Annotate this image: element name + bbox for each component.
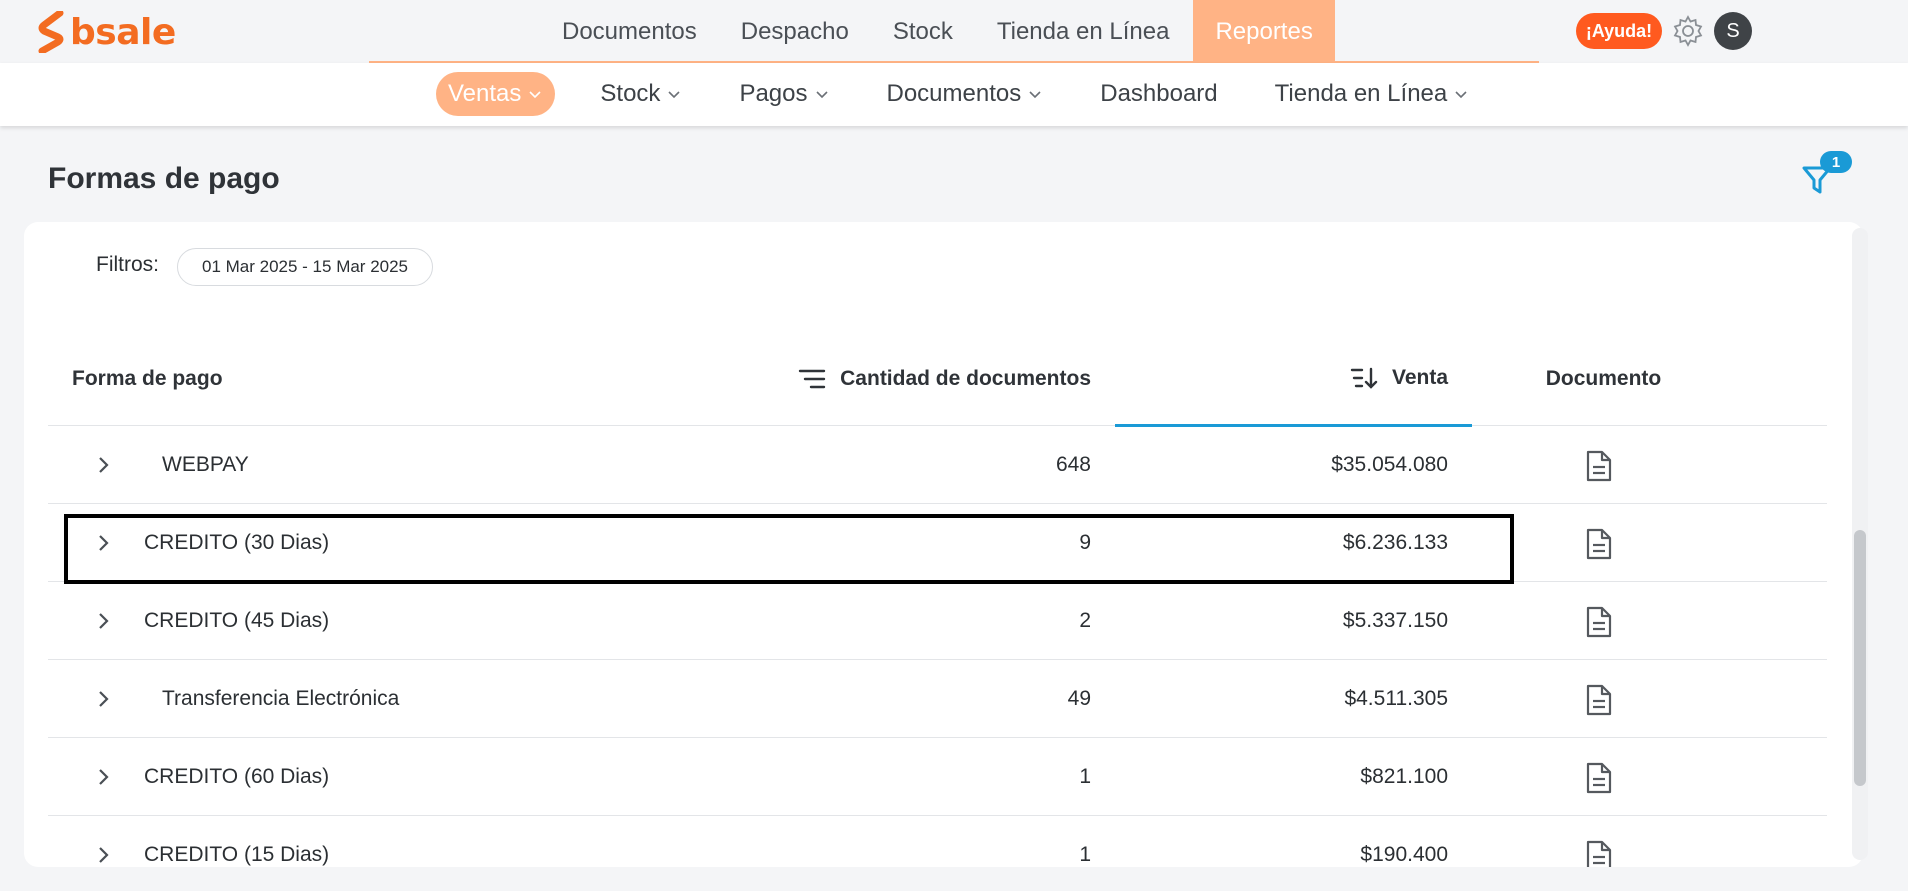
chevron-right-icon[interactable] <box>92 765 116 789</box>
chevron-down-icon <box>1029 91 1041 99</box>
table-header: Forma de pago Cantidad de documentos Ven… <box>48 332 1827 427</box>
table-row[interactable]: CREDITO (30 Dias) 9 $6.236.133 <box>48 504 1827 582</box>
subnav-pagos[interactable]: Pagos <box>725 72 843 116</box>
row-forma-de-pago: CREDITO (30 Dias) <box>144 531 330 554</box>
row-venta: $6.236.133 <box>1342 531 1448 554</box>
row-venta: $35.054.080 <box>1331 453 1448 476</box>
main-nav: Documentos Despacho Stock Tienda en Líne… <box>540 0 1335 63</box>
table-row[interactable]: CREDITO (45 Dias) 2 $5.337.150 <box>48 582 1827 660</box>
chevron-right-icon[interactable] <box>92 531 116 555</box>
document-icon[interactable] <box>1584 762 1614 794</box>
bsale-logo[interactable]: bsale <box>38 10 176 54</box>
help-button[interactable]: ¡Ayuda! <box>1576 13 1662 49</box>
document-icon[interactable] <box>1584 840 1614 867</box>
subnav-dashboard-label: Dashboard <box>1100 80 1218 107</box>
column-header-documento: Documento <box>1545 367 1662 390</box>
user-avatar[interactable]: S <box>1714 12 1752 50</box>
subnav-tienda-label: Tienda en Línea <box>1274 80 1448 107</box>
filter-count-badge: 1 <box>1820 151 1852 173</box>
row-cantidad: 9 <box>1079 531 1091 554</box>
column-header-forma-de-pago[interactable]: Forma de pago <box>72 332 223 426</box>
row-cantidad: 1 <box>1079 765 1091 788</box>
chevron-down-icon <box>529 91 541 99</box>
subnav-stock-label: Stock <box>600 80 661 107</box>
chevron-right-icon[interactable] <box>92 609 116 633</box>
chevron-down-icon <box>668 91 681 99</box>
row-venta: $5.337.150 <box>1342 609 1448 632</box>
document-icon[interactable] <box>1584 606 1614 638</box>
row-forma-de-pago: CREDITO (45 Dias) <box>144 609 330 632</box>
main-nav-tienda-en-linea[interactable]: Tienda en Línea <box>975 0 1192 63</box>
filters-label: Filtros: <box>96 253 159 276</box>
subnav-pagos-label: Pagos <box>739 80 808 107</box>
row-forma-de-pago: CREDITO (15 Dias) <box>144 843 330 866</box>
subnav-ventas[interactable]: Ventas <box>436 72 556 116</box>
sort-descending-icon <box>1350 367 1378 389</box>
column-header-venta[interactable]: Venta <box>1115 332 1472 427</box>
row-venta: $821.100 <box>1360 765 1448 788</box>
table-row[interactable]: Transferencia Electrónica 49 $4.511.305 <box>48 660 1827 738</box>
chevron-right-icon[interactable] <box>92 843 116 867</box>
document-icon[interactable] <box>1584 684 1614 716</box>
row-venta: $190.400 <box>1360 843 1448 866</box>
top-bar: bsale Documentos Despacho Stock Tienda e… <box>0 0 1908 64</box>
row-cantidad: 2 <box>1079 609 1091 632</box>
logo-text: bsale <box>70 11 176 53</box>
date-range-chip[interactable]: 01 Mar 2025 - 15 Mar 2025 <box>177 248 434 286</box>
row-cantidad: 648 <box>1055 453 1091 476</box>
subnav-documentos-label: Documentos <box>886 80 1022 107</box>
row-forma-de-pago: Transferencia Electrónica <box>162 687 400 710</box>
bsale-logo-icon <box>38 11 64 53</box>
subnav-documentos[interactable]: Documentos <box>873 72 1058 116</box>
chevron-down-icon <box>1455 91 1467 99</box>
payment-methods-table: Forma de pago Cantidad de documentos Ven… <box>48 332 1827 867</box>
subnav-stock[interactable]: Stock <box>586 72 696 116</box>
row-forma-de-pago: WEBPAY <box>162 453 249 476</box>
sort-lines-icon <box>798 369 826 389</box>
row-forma-de-pago: CREDITO (60 Dias) <box>144 765 330 788</box>
sub-nav: Ventas Stock Pagos Documentos Dashboard … <box>0 63 1908 126</box>
column-header-venta-label: Venta <box>1391 366 1448 389</box>
chevron-right-icon[interactable] <box>92 687 116 711</box>
main-nav-reportes[interactable]: Reportes <box>1193 0 1335 63</box>
row-venta: $4.511.305 <box>1344 687 1448 710</box>
subnav-ventas-label: Ventas <box>448 80 522 107</box>
document-icon[interactable] <box>1584 528 1614 560</box>
scrollbar-thumb[interactable] <box>1854 530 1866 786</box>
chevron-down-icon <box>815 91 828 99</box>
vertical-scrollbar[interactable] <box>1852 228 1868 860</box>
chevron-right-icon[interactable] <box>92 453 116 477</box>
main-nav-despacho[interactable]: Despacho <box>719 0 871 63</box>
column-header-cantidad-label: Cantidad de documentos <box>840 367 1091 390</box>
page-title: Formas de pago <box>48 162 280 195</box>
main-nav-stock[interactable]: Stock <box>871 0 975 63</box>
main-nav-documentos[interactable]: Documentos <box>540 0 719 63</box>
gear-icon[interactable] <box>1671 14 1705 48</box>
report-card: Filtros: 01 Mar 2025 - 15 Mar 2025 Forma… <box>24 222 1863 867</box>
row-cantidad: 1 <box>1079 843 1091 866</box>
row-cantidad: 49 <box>1067 687 1091 710</box>
subnav-tienda-en-linea[interactable]: Tienda en Línea <box>1261 72 1484 116</box>
table-row[interactable]: CREDITO (60 Dias) 1 $821.100 <box>48 738 1827 816</box>
subnav-dashboard[interactable]: Dashboard <box>1086 72 1231 116</box>
document-icon[interactable] <box>1584 450 1614 482</box>
table-row[interactable]: WEBPAY 648 $35.054.080 <box>48 426 1827 504</box>
table-row[interactable]: CREDITO (15 Dias) 1 $190.400 <box>48 816 1827 867</box>
column-header-cantidad[interactable]: Cantidad de documentos <box>798 332 1091 426</box>
